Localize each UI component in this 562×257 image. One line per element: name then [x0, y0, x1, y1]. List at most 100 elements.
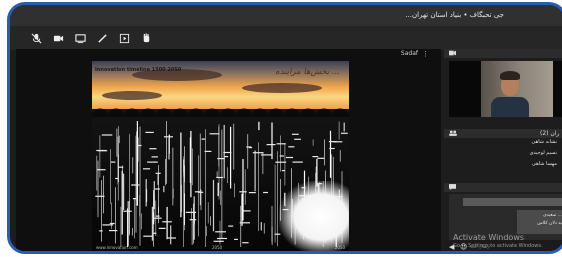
chat-message-bar	[463, 198, 562, 206]
watermark-subtitle: Go to Settings to activate Windows.	[453, 243, 543, 249]
timeline-stroke	[129, 134, 130, 236]
users-count: (2) ران	[540, 130, 560, 137]
timeline-stroke	[166, 121, 167, 184]
timeline-label-mark	[155, 215, 160, 217]
timeline-label-mark	[213, 240, 224, 242]
timeline-label-mark	[132, 198, 137, 200]
timeline-label-mark	[288, 146, 295, 148]
timeline-label-mark	[101, 134, 113, 136]
chat-bubble: ... سعیدی به دلان کلاس	[517, 210, 562, 234]
mic-off-icon[interactable]	[28, 30, 44, 46]
timeline-stroke	[220, 190, 221, 205]
timeline-stroke	[277, 151, 278, 247]
timeline-label-mark	[143, 235, 153, 237]
timeline-stroke	[258, 121, 260, 131]
user-item[interactable]: نشانه شاهی	[531, 139, 557, 145]
timeline-cluster	[279, 181, 349, 251]
timeline-label-mark	[317, 157, 325, 159]
chat-message: به دلان کلاس	[537, 221, 562, 226]
timeline-stroke	[312, 139, 314, 146]
timeline-stroke	[103, 175, 104, 214]
timeline-stroke	[217, 182, 219, 197]
timeline-label-mark	[185, 211, 197, 213]
app-window: ...جی تحبگاف • بنیاد استان تهران Sadaf ⋮	[7, 2, 562, 254]
side-panel: (2) ران نشانه شاهی نسیم لوحیدی مهسا شاهی…	[444, 49, 562, 251]
timeline-stroke	[183, 159, 184, 247]
timeline-label-mark	[109, 222, 115, 225]
timeline-stroke	[343, 122, 345, 132]
timeline-stroke	[135, 135, 137, 233]
timeline-stroke	[207, 202, 209, 224]
camera-icon[interactable]	[50, 30, 66, 46]
timeline-stroke	[258, 142, 259, 231]
timeline-stroke	[191, 208, 192, 221]
participant-body	[491, 97, 529, 117]
timeline-stroke	[329, 130, 332, 178]
timeline-label-mark	[246, 146, 252, 148]
webcam-video	[449, 61, 562, 117]
timeline-stroke	[227, 167, 228, 183]
timeline-stroke	[284, 144, 286, 186]
toolbar	[10, 26, 562, 50]
timeline-label-mark	[276, 143, 286, 145]
timeline-label-mark	[162, 221, 172, 223]
timeline-stroke	[254, 150, 256, 192]
timeline-label-mark	[341, 132, 348, 134]
timeline-stroke	[153, 202, 155, 222]
timeline-stroke	[274, 164, 276, 243]
timeline-stroke	[271, 122, 273, 160]
watermark-title: Activate Windows	[453, 233, 525, 242]
timeline-stroke	[110, 149, 111, 204]
more-options-button[interactable]: ⋮	[422, 50, 429, 58]
timeline-stroke	[181, 184, 182, 212]
timeline-stroke	[146, 189, 148, 203]
user-item[interactable]: مهسا شاهی	[532, 161, 557, 167]
slide-footer-left: www.innovation.com	[96, 245, 138, 250]
timeline-label-mark	[201, 138, 206, 140]
timeline-stroke	[240, 205, 242, 247]
timeline-label-mark	[155, 172, 161, 174]
timeline-stroke	[136, 121, 138, 206]
user-item[interactable]: نسیم لوحیدی	[529, 150, 557, 156]
timeline-stroke	[218, 124, 220, 200]
timeline-label-mark	[152, 232, 157, 234]
timeline-label-mark	[239, 191, 247, 193]
timeline-label-mark	[312, 156, 319, 158]
timeline-label-mark	[228, 225, 234, 227]
timeline-label-mark	[102, 224, 114, 226]
timeline-label-mark	[224, 156, 229, 158]
timeline-label-mark	[189, 219, 197, 221]
timeline-label-mark	[266, 144, 276, 146]
timeline-label-mark	[204, 150, 212, 152]
pen-icon[interactable]	[94, 30, 110, 46]
timeline-label-mark	[275, 161, 287, 163]
timeline-label-mark	[333, 141, 343, 143]
timeline-label-mark	[294, 138, 301, 140]
activation-watermark: Activate Windows Go to Settings to activ…	[453, 233, 543, 249]
timeline-stroke	[338, 121, 340, 140]
screen-share-icon[interactable]	[72, 30, 88, 46]
timeline-stroke	[216, 171, 218, 178]
timeline-stroke	[132, 157, 134, 174]
presentation-area: Sadaf ⋮ Innovation timeline 1500 2050 بخ…	[16, 49, 441, 251]
camera-icon	[449, 50, 456, 58]
presentation-icon[interactable]	[116, 30, 132, 46]
timeline-stroke	[170, 225, 172, 245]
timeline-stroke	[199, 133, 201, 206]
timeline-stroke	[193, 203, 194, 244]
timeline-stroke	[189, 137, 191, 183]
timeline-label-mark	[109, 230, 118, 232]
timeline-stroke	[184, 165, 185, 225]
timeline-stroke	[244, 169, 246, 205]
timeline-label-mark	[242, 242, 249, 244]
timeline-label-mark	[118, 166, 124, 168]
raise-hand-icon[interactable]	[138, 30, 154, 46]
timeline-stroke	[121, 170, 123, 235]
timeline-label-mark	[158, 227, 166, 229]
timeline-stroke	[223, 124, 225, 179]
timeline-stroke	[127, 201, 129, 247]
timeline-stroke	[158, 206, 159, 224]
timeline-stroke	[247, 134, 249, 169]
timeline-stroke	[141, 213, 142, 230]
timeline-label-mark	[147, 161, 158, 163]
